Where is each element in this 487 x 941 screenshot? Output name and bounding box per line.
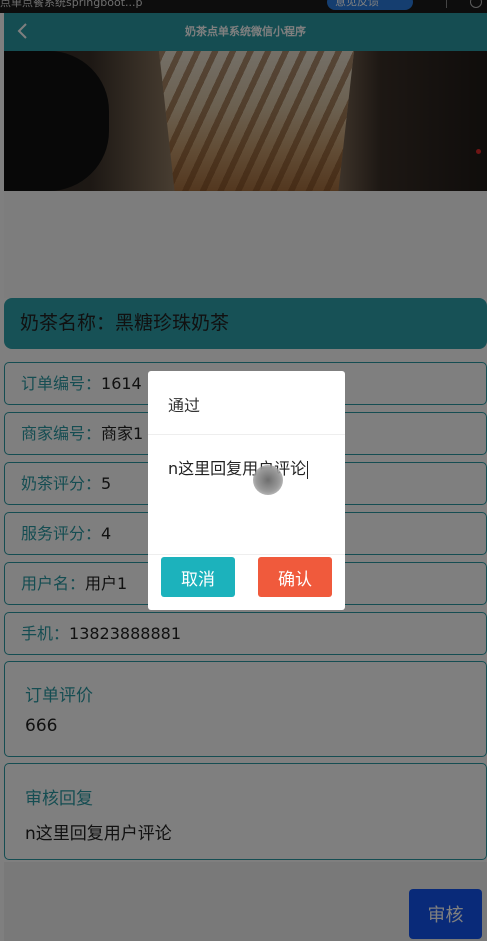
dialog-divider-bottom: [148, 554, 345, 555]
reply-textarea[interactable]: n这里回复用户评论: [168, 455, 309, 479]
cancel-button[interactable]: 取消: [161, 557, 235, 597]
text-caret: [307, 460, 309, 479]
touch-cursor-indicator: [253, 465, 283, 495]
audit-dialog: 通过 n这里回复用户评论 取消 确认: [148, 371, 345, 610]
confirm-button[interactable]: 确认: [258, 557, 332, 597]
dialog-divider: [148, 434, 345, 435]
reply-text: n这里回复用户评论: [168, 459, 307, 478]
dialog-title: 通过: [168, 396, 201, 415]
